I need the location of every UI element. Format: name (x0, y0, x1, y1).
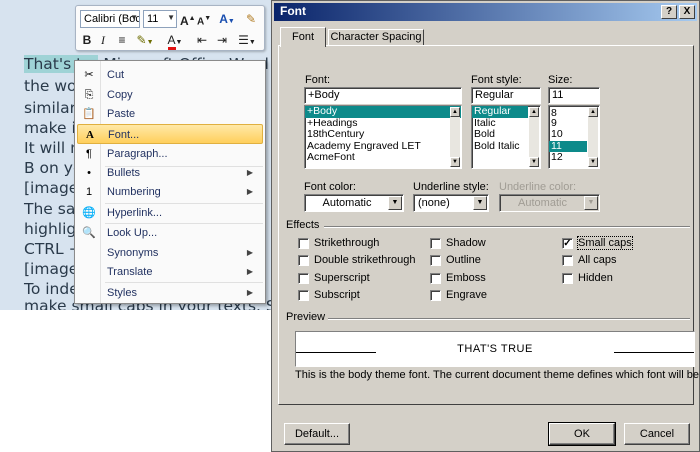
effects-label: Effects (286, 219, 320, 231)
paragraph-icon: ¶ (86, 148, 92, 160)
shrink-font-button[interactable]: A▼ (197, 10, 211, 28)
menu-item-synonyms[interactable]: Synonyms ▶ (77, 243, 263, 263)
scissors-icon: ✂ (84, 69, 94, 81)
font-style-list[interactable]: Regular Italic Bold Bold Italic ▲ ▼ (471, 105, 541, 169)
submenu-arrow-icon: ▶ (246, 267, 253, 276)
font-name-list[interactable]: +Body +Headings 18thCentury Academy Engr… (304, 105, 462, 169)
cancel-button[interactable]: Cancel (624, 423, 690, 445)
hyperlink-icon: 🌐 (82, 207, 96, 219)
decrease-indent-icon[interactable]: ⇤ (194, 31, 210, 49)
font-color-select[interactable]: Automatic ▼ (304, 194, 404, 212)
chevron-down-icon[interactable]: ▼ (584, 196, 598, 210)
chevron-down-icon[interactable]: ▼ (388, 196, 402, 210)
preview-description: This is the body theme font. The current… (295, 369, 700, 381)
font-style-input[interactable]: Regular (471, 87, 541, 104)
scroll-up-icon[interactable]: ▲ (450, 107, 460, 117)
submenu-arrow-icon: ▶ (246, 288, 253, 297)
font-size-input[interactable]: 11 (548, 87, 600, 104)
scroll-up-icon[interactable]: ▲ (529, 107, 539, 117)
grow-font-button[interactable]: A▲ (180, 10, 196, 28)
font-dialog: Font ? X Font Character Spacing Font: +B… (271, 0, 700, 452)
underline-color-label: Underline color: (499, 181, 577, 193)
clipboard-icon: 📋 (82, 108, 96, 120)
increase-indent-icon[interactable]: ⇥ (214, 31, 230, 49)
list-item[interactable]: 18thCentury (305, 129, 461, 141)
preview-box: THAT'S TRUE (295, 331, 695, 367)
menu-item-cut[interactable]: ✂ Cut (77, 65, 263, 85)
list-item[interactable]: +Headings (305, 118, 461, 130)
research-icon: 🔍 (82, 227, 96, 239)
highlight-color-button[interactable]: ✎▼ (134, 31, 156, 49)
tab-font[interactable]: Font (280, 27, 326, 47)
styles-button[interactable]: A▼ (216, 10, 238, 28)
ok-button[interactable]: OK (548, 422, 616, 446)
font-name-input[interactable]: +Body (304, 87, 462, 104)
tab-character-spacing[interactable]: Character Spacing (328, 29, 424, 45)
document-line: To inde (24, 280, 79, 298)
dialog-title: Font (280, 4, 306, 18)
context-menu: ✂ Cut ⎘ Copy 📋 Paste A Font... ¶ Paragraph...… (74, 60, 266, 304)
font-size-combo[interactable]: 11 ▼ (143, 10, 177, 28)
list-item[interactable]: +Body (305, 106, 461, 118)
menu-item-copy[interactable]: ⎘ Copy (77, 85, 263, 105)
submenu-arrow-icon: ▶ (246, 248, 253, 257)
scroll-down-icon[interactable]: ▼ (450, 157, 460, 167)
submenu-arrow-icon: ▶ (246, 168, 253, 177)
underline-style-label: Underline style: (413, 181, 489, 193)
font-color-button[interactable]: A▼ (164, 31, 186, 50)
bullets-icon[interactable]: ☰▼ (234, 31, 260, 49)
submenu-arrow-icon: ▶ (246, 187, 253, 196)
menu-item-bullets[interactable]: • Bullets ▶ (77, 163, 263, 183)
menu-item-paragraph[interactable]: ¶ Paragraph... (77, 144, 263, 164)
size-label: Size: (548, 74, 573, 86)
font-label: Font: (305, 74, 331, 86)
center-align-icon[interactable]: ≡ (114, 31, 130, 49)
scrollbar[interactable]: ▲ ▼ (588, 107, 598, 167)
menu-item-hyperlink[interactable]: 🌐 Hyperlink... (77, 203, 263, 223)
preview-text: THAT'S TRUE (457, 343, 533, 355)
scroll-down-icon[interactable]: ▼ (588, 157, 598, 167)
check-icon: ✓ (562, 238, 573, 249)
chevron-down-icon: ▼ (167, 13, 175, 22)
scrollbar[interactable]: ▲ ▼ (450, 107, 460, 167)
mini-toolbar: Calibri (Boc ▼ 11 ▼ A▲ A▼ A▼ ✎ B I ≡ ✎▼ A▼… (75, 5, 265, 51)
font-color-label: Font color: (304, 181, 356, 193)
group-divider (324, 226, 690, 228)
bullets-icon: • (87, 167, 91, 179)
font-icon: A (86, 129, 94, 141)
close-button[interactable]: X (679, 5, 695, 19)
chevron-down-icon: ▼ (130, 13, 138, 22)
list-item[interactable]: 11 (549, 140, 587, 152)
font-name-combo[interactable]: Calibri (Boc ▼ (80, 10, 140, 28)
font-style-label: Font style: (471, 74, 522, 86)
menu-item-numbering[interactable]: 1 Numbering ▶ (77, 182, 263, 202)
list-item[interactable]: Regular (472, 106, 528, 118)
scroll-up-icon[interactable]: ▲ (588, 107, 598, 117)
preview-label: Preview (286, 311, 326, 323)
menu-item-paste[interactable]: 📋 Paste (77, 104, 263, 124)
menu-item-font[interactable]: A Font... (77, 124, 263, 144)
numbering-icon: 1 (85, 186, 93, 198)
preview-rule (614, 352, 694, 353)
copy-icon: ⎘ (84, 89, 94, 101)
menu-item-styles[interactable]: Styles ▶ (77, 283, 263, 303)
scrollbar[interactable]: ▲ ▼ (529, 107, 539, 167)
font-size-list[interactable]: 8 9 10 11 12 ▲ ▼ (548, 105, 600, 169)
chevron-down-icon[interactable]: ▼ (473, 196, 487, 210)
bold-button[interactable]: B (80, 31, 94, 49)
italic-button[interactable]: I (96, 31, 110, 49)
help-button[interactable]: ? (661, 5, 677, 19)
underline-style-select[interactable]: (none) ▼ (413, 194, 489, 212)
underline-color-select[interactable]: Automatic ▼ (499, 194, 600, 212)
scroll-down-icon[interactable]: ▼ (529, 157, 539, 167)
dialog-titlebar: Font ? X (274, 3, 697, 21)
list-item[interactable]: AcmeFont (305, 152, 461, 164)
list-item[interactable]: Academy Engraved LET (305, 141, 461, 153)
menu-item-look-up[interactable]: 🔍 Look Up... (77, 223, 263, 243)
format-painter-icon[interactable]: ✎ (242, 10, 260, 28)
menu-item-translate[interactable]: Translate ▶ (77, 262, 263, 282)
group-divider (328, 318, 690, 320)
default-button[interactable]: Default... (284, 423, 350, 445)
